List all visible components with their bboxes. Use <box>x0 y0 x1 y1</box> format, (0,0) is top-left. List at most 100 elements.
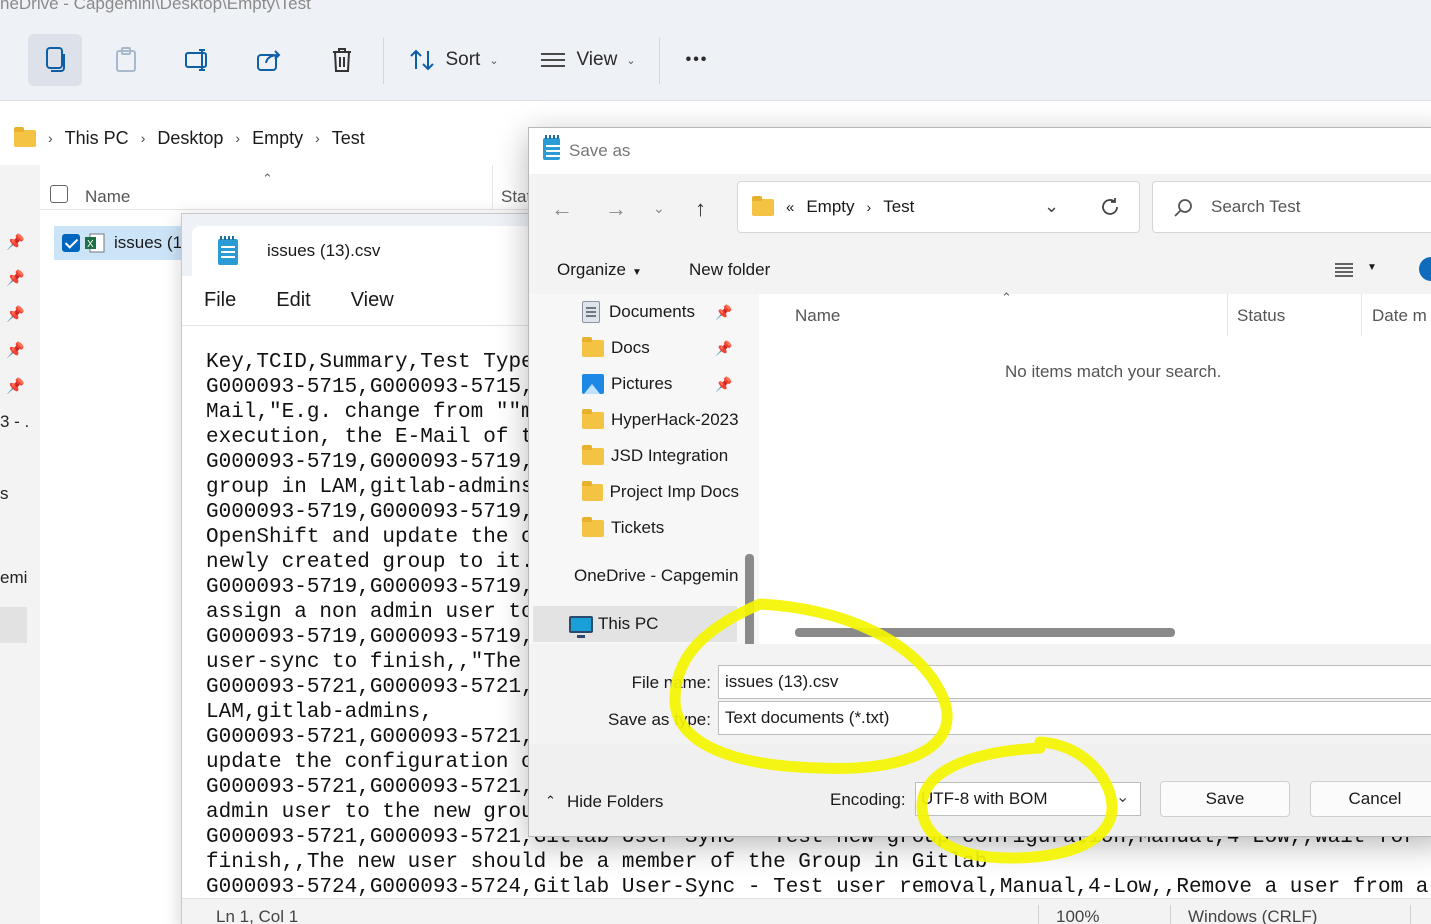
dropdown-arrow-icon: ▼ <box>631 267 642 278</box>
nav-item-cut[interactable]: s <box>0 484 9 504</box>
select-all-checkbox[interactable] <box>50 185 68 203</box>
breadcrumb-empty[interactable]: Empty <box>252 128 303 149</box>
view-button[interactable]: View ⌄ <box>532 34 644 86</box>
tree-item-pictures[interactable]: Pictures 📌 <box>529 366 757 402</box>
back-arrow-icon[interactable]: ← <box>551 196 573 222</box>
tree-item-tickets[interactable]: Tickets <box>529 510 739 546</box>
menu-edit[interactable]: Edit <box>276 289 310 312</box>
tree-item-hyperhack[interactable]: HyperHack-2023 <box>529 402 739 438</box>
column-name[interactable]: Name <box>795 306 840 326</box>
copy-icon <box>46 47 65 72</box>
up-arrow-icon[interactable]: ↑ <box>695 196 706 222</box>
tree-item-this-pc[interactable]: This PC <box>533 606 737 642</box>
notepad-icon <box>218 236 238 265</box>
save-as-type-select[interactable]: Text documents (*.txt) <box>718 701 1431 735</box>
search-icon <box>1174 199 1192 217</box>
notepad-tab[interactable]: issues (13).csv <box>192 226 532 276</box>
zoom-level: 100% <box>1056 907 1100 924</box>
save-button[interactable]: Save <box>1160 781 1290 817</box>
organize-button[interactable]: Organize ▼ <box>557 260 642 280</box>
file-list-horizontal-scrollbar[interactable] <box>795 628 1175 637</box>
column-separator <box>1227 294 1228 336</box>
chevron-right-icon: › <box>235 130 241 146</box>
chevron-down-icon[interactable]: ⌄ <box>1044 196 1059 217</box>
line-ending: Windows (CRLF) <box>1188 907 1318 924</box>
breadcrumb-test[interactable]: Test <box>332 128 365 149</box>
menu-view[interactable]: View <box>351 289 394 312</box>
tree-item-label: Tickets <box>611 518 665 537</box>
nav-item-cut[interactable]: emi <box>0 568 27 588</box>
dialog-title: Save as <box>569 141 631 160</box>
chevron-right-icon: › <box>315 130 320 146</box>
tree-item-label: HyperHack-2023 <box>611 410 739 429</box>
paste-button[interactable] <box>104 34 148 86</box>
trash-icon <box>333 48 351 72</box>
chevron-down-icon: ⌄ <box>626 54 636 67</box>
column-date-modified[interactable]: Date m <box>1372 306 1427 326</box>
text-line: G000093-5724,G000093-5724,Gitlab User-Sy… <box>206 876 1431 899</box>
address-overflow[interactable]: « <box>786 199 794 216</box>
status-separator <box>1410 905 1411 924</box>
rename-button[interactable] <box>176 34 220 86</box>
help-icon[interactable] <box>1419 257 1431 281</box>
file-checkbox[interactable] <box>62 234 80 252</box>
folder-icon <box>582 444 604 465</box>
pin-icon: 📌 <box>6 378 25 395</box>
paste-icon <box>116 47 136 72</box>
folder-icon <box>582 516 604 537</box>
chevron-up-icon[interactable]: ⌃ <box>545 793 556 809</box>
address-crumb-empty[interactable]: Empty <box>806 197 854 217</box>
copy-button[interactable] <box>28 34 82 86</box>
address-crumb-test[interactable]: Test <box>883 197 914 217</box>
column-name[interactable]: Name <box>85 187 130 207</box>
sort-button[interactable]: Sort ⌄ <box>402 34 506 86</box>
tree-item-label: OneDrive - Capgemini <box>574 566 739 585</box>
chevron-down-icon: ⌄ <box>489 54 499 67</box>
text-line: finish,,The new user should be a member … <box>206 851 988 874</box>
encoding-select[interactable]: UTF-8 with BOM ⌄ <box>915 782 1141 816</box>
tree-item-label: JSD Integration <box>611 446 729 465</box>
chevron-right-icon: › <box>48 130 53 146</box>
dialog-footer: ⌃ Hide Folders Encoding: UTF-8 with BOM … <box>529 744 1431 836</box>
dropdown-arrow-icon[interactable]: ▼ <box>1367 262 1377 273</box>
nav-item-selected[interactable] <box>0 607 27 643</box>
folder-icon <box>14 126 36 147</box>
tree-item-project-imp-docs[interactable]: Project Imp Docs <box>529 474 739 510</box>
tree-item-onedrive[interactable]: OneDrive - Capgemini <box>529 558 739 594</box>
tree-item-documents[interactable]: Documents 📌 <box>529 294 757 330</box>
dialog-address-bar[interactable]: « Empty › Test ⌄ <box>737 181 1140 233</box>
svg-text:X: X <box>87 239 94 250</box>
chevron-right-icon: › <box>866 199 872 215</box>
column-separator <box>1361 294 1362 336</box>
tree-item-docs[interactable]: Docs 📌 <box>529 330 757 366</box>
share-button[interactable] <box>248 34 292 86</box>
tree-item-label: Pictures <box>611 374 673 393</box>
dialog-search-box[interactable]: Search Test <box>1152 181 1431 233</box>
forward-arrow-icon[interactable]: → <box>605 196 627 222</box>
explorer-address-bar[interactable]: › This PC › Desktop › Empty › Test <box>4 114 604 162</box>
menu-file[interactable]: File <box>204 289 236 312</box>
column-status[interactable]: Status <box>1237 306 1285 326</box>
nav-item-cut[interactable]: 3 - . <box>0 412 29 432</box>
recent-locations-chevron-icon[interactable]: ⌄ <box>653 200 665 217</box>
column-status[interactable]: Stat <box>501 187 531 207</box>
hide-folders-button[interactable]: Hide Folders <box>567 792 663 812</box>
tree-item-jsd-integration[interactable]: JSD Integration <box>529 438 739 474</box>
breadcrumb-desktop[interactable]: Desktop <box>157 128 223 149</box>
dialog-navigation-pane: Documents 📌 Docs 📌 Pictures 📌 HyperHack-… <box>529 294 759 760</box>
folder-icon <box>582 480 603 501</box>
pin-icon: 📌 <box>6 270 25 287</box>
file-name-input[interactable]: issues (13).csv <box>718 665 1431 699</box>
refresh-icon[interactable] <box>1100 197 1120 217</box>
view-options-icon[interactable] <box>1334 262 1354 278</box>
notepad-tab-title: issues (13).csv <box>267 241 381 260</box>
breadcrumb-this-pc[interactable]: This PC <box>65 128 129 149</box>
view-label: View <box>576 49 618 70</box>
explorer-nav-pane: 📌 📌 📌 📌 📌 <box>0 165 40 924</box>
delete-button[interactable] <box>320 34 364 86</box>
cancel-button[interactable]: Cancel <box>1310 781 1431 817</box>
more-options-button[interactable]: ••• <box>672 34 722 86</box>
new-folder-button[interactable]: New folder <box>689 260 770 280</box>
notepad-status-bar: Ln 1, Col 1 100% Windows (CRLF) <box>182 898 1431 924</box>
encoding-value: UTF-8 with BOM <box>921 789 1048 808</box>
